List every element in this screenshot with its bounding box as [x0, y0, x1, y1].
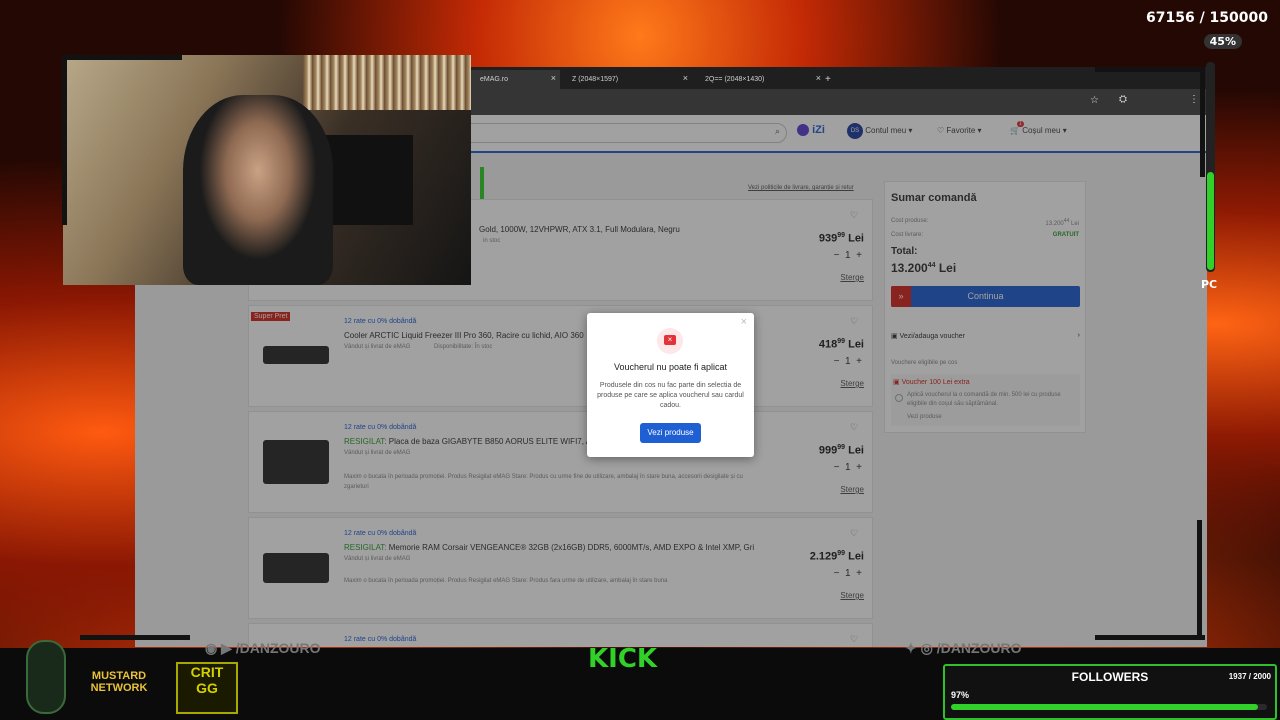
followers-count: 1937 / 2000: [1228, 672, 1271, 681]
pc-meter-fill: [1207, 172, 1214, 270]
dialog-body: Produsele din cos nu fac parte din selec…: [597, 382, 744, 409]
frame-corner-tr: [1095, 67, 1205, 72]
voucher-error-dialog: × × Voucherul nu poate fi aplicat Produs…: [587, 313, 754, 457]
close-icon[interactable]: ×: [816, 73, 821, 83]
pc-label: PC: [1201, 278, 1218, 291]
close-icon[interactable]: ×: [683, 73, 688, 83]
subgoal-counter: 67156 / 150000: [1145, 10, 1268, 26]
tab-image-1[interactable]: Z (2048×1597) ×: [560, 70, 692, 89]
followers-label: FOLLOWERS: [1071, 670, 1149, 684]
webcam-feed: [63, 55, 471, 285]
subgoal-percent: 45%: [1203, 34, 1242, 49]
sponsor-crit-gg: CRIT GG: [176, 662, 238, 714]
sponsor-mustard-network: MUSTARD NETWORK: [90, 670, 148, 694]
frame-corner-tl-v: [62, 55, 67, 225]
frame-corner-tr-v: [1200, 67, 1205, 177]
frame-corner-br: [1095, 635, 1205, 640]
streamer-silhouette: [183, 95, 333, 285]
social-right: ✦ ◎ /DANZOURO: [905, 640, 1022, 656]
pc-meter: [1206, 62, 1215, 272]
frame-corner-br-v: [1197, 520, 1202, 640]
frame-corner-bl: [80, 635, 190, 640]
followers-progress-fill: [951, 704, 1258, 710]
tab-emag[interactable]: eMAG.ro ×: [470, 70, 560, 89]
error-icon: ×: [657, 328, 683, 354]
frame-corner-tl: [62, 55, 182, 60]
star-icon[interactable]: ☆: [1090, 95, 1099, 106]
kick-logo: KICK: [588, 644, 658, 674]
followers-percent: 97%: [951, 690, 970, 700]
followers-progress-track: [951, 704, 1267, 710]
extension-icon[interactable]: ⛭: [1119, 94, 1127, 105]
tab-image-2[interactable]: 2Q== (2048×1430) ×: [693, 70, 825, 89]
social-icon: ◉ ▶: [205, 640, 232, 656]
followers-goal-widget: FOLLOWERS 1937 / 2000 97%: [943, 664, 1277, 720]
menu-icon[interactable]: ⋮: [1189, 94, 1199, 105]
circular-logo: [26, 640, 66, 714]
dialog-title: Voucherul nu poate fi aplicat: [613, 362, 728, 372]
new-tab-button[interactable]: +: [825, 70, 831, 89]
social-icon: ✦ ◎: [905, 640, 933, 656]
view-products-button[interactable]: Vezi produse: [640, 423, 701, 443]
social-left: ◉ ▶ /DANZOURO: [205, 640, 321, 656]
close-icon[interactable]: ×: [551, 73, 556, 83]
bookshelf: [303, 55, 471, 110]
close-icon[interactable]: ×: [741, 316, 747, 328]
